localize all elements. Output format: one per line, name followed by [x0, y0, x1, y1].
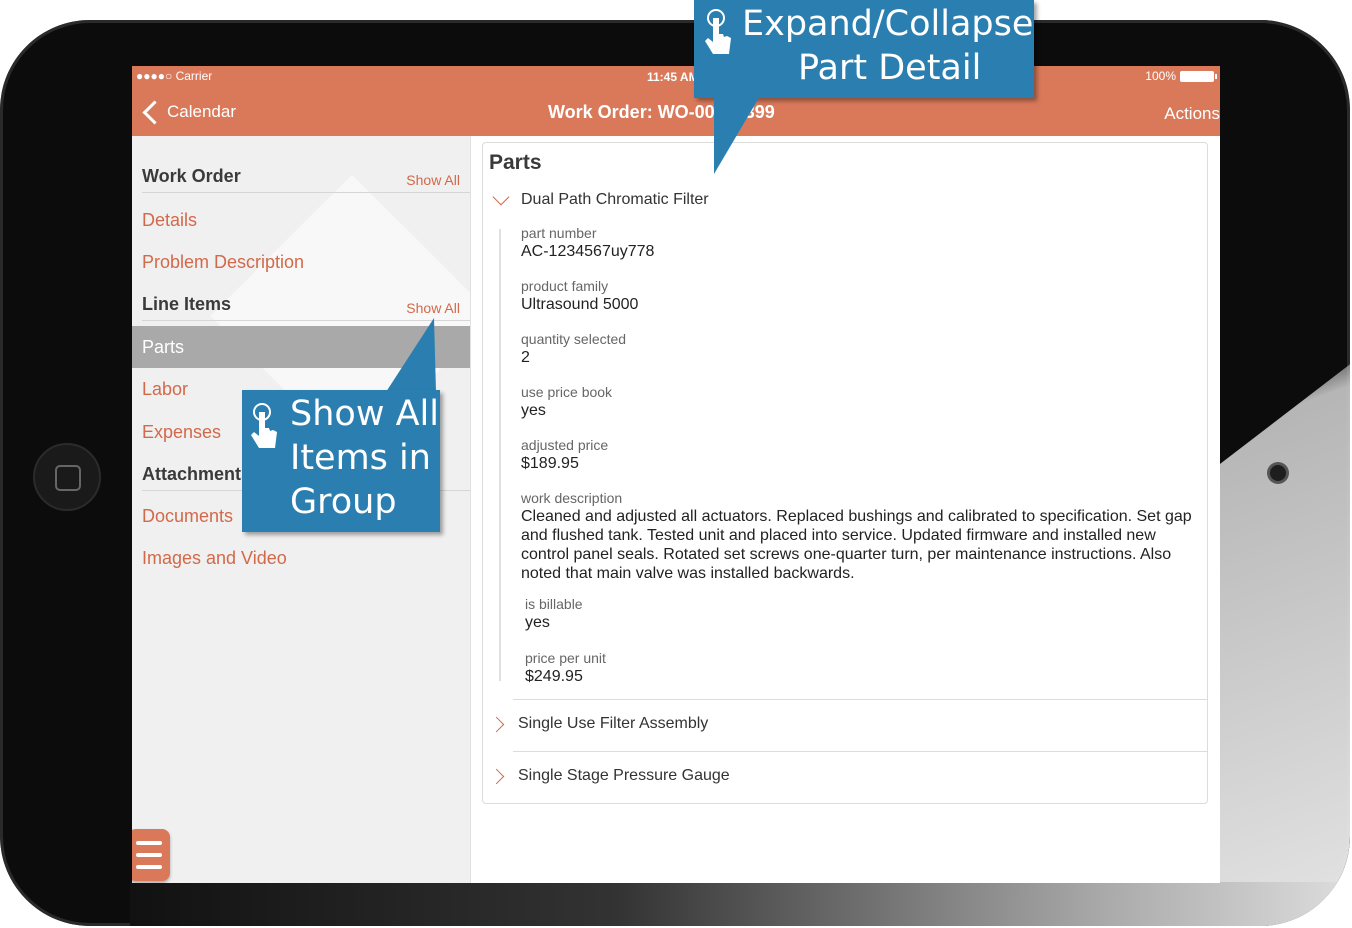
field-label: is billable: [525, 596, 583, 612]
menu-button[interactable]: [132, 829, 170, 881]
carrier-label: ●●●●○ Carrier: [136, 69, 213, 83]
status-bar: ●●●●○ Carrier 11:45 AM 100%: [132, 66, 1220, 86]
callout-show-all: Show All Items in Group: [242, 390, 440, 532]
field-quantity-selected: quantity selected 2: [521, 331, 1201, 367]
callout-text: Expand/Collapse: [742, 4, 1034, 44]
callout-pointer: [386, 318, 436, 392]
field-is-billable: is billable yes: [525, 596, 1205, 632]
section-title: Line Items: [142, 294, 232, 314]
callout-text: Group: [290, 482, 397, 522]
battery-icon: [1180, 70, 1217, 82]
chevron-right-icon: [488, 768, 505, 784]
field-value: $249.95: [525, 668, 583, 685]
field-value: 2: [521, 349, 530, 366]
field-work-description: work description Cleaned and adjusted al…: [521, 490, 1201, 583]
accordion-header-collapsed[interactable]: Single Use Filter Assembly: [488, 715, 709, 733]
sidebar-item-documents[interactable]: Documents: [142, 506, 233, 527]
back-button[interactable]: Calendar: [140, 99, 236, 125]
show-all-line-items-link[interactable]: Show All: [406, 300, 460, 316]
field-value: Ultrasound 5000: [521, 296, 639, 313]
divider: [513, 699, 1207, 700]
camera-icon: [1270, 465, 1286, 481]
field-label: price per unit: [525, 650, 606, 666]
field-value: yes: [521, 402, 546, 419]
callout-expand-collapse: Expand/Collapse Part Detail: [694, 0, 1034, 98]
field-label: product family: [521, 278, 609, 294]
field-label: quantity selected: [521, 331, 627, 347]
sidebar-item-problem-description[interactable]: Problem Description: [142, 252, 304, 273]
battery-percent: 100%: [1145, 69, 1176, 83]
field-adjusted-price: adjusted price $189.95: [521, 437, 1201, 473]
callout-text: Part Detail: [798, 48, 982, 88]
show-all-work-order-link[interactable]: Show All: [406, 172, 460, 188]
field-label: part number: [521, 225, 597, 241]
hamburger-icon-line: [136, 853, 162, 857]
divider: [513, 751, 1207, 752]
tap-hand-icon: [705, 9, 731, 54]
bezel-reflection: [130, 882, 1350, 926]
field-value: Cleaned and adjusted all actuators. Repl…: [521, 508, 1192, 582]
chevron-down-icon: [492, 188, 510, 206]
accordion-header-collapsed[interactable]: Single Stage Pressure Gauge: [488, 767, 730, 785]
part-name: Single Stage Pressure Gauge: [518, 767, 730, 784]
section-header-line-items: Line Items Show All: [142, 292, 470, 321]
hamburger-icon-line: [136, 865, 162, 869]
chevron-right-icon: [488, 716, 505, 732]
detail-rule: [499, 229, 501, 681]
field-part-number: part number AC-1234567uy778: [521, 225, 1201, 261]
panel-title: Parts: [489, 151, 542, 174]
field-value: yes: [525, 614, 550, 631]
chevron-left-icon: [142, 99, 167, 125]
sidebar-item-expenses[interactable]: Expenses: [142, 422, 221, 443]
section-header-work-order: Work Order Show All: [142, 164, 470, 193]
field-use-price-book: use price book yes: [521, 384, 1201, 420]
home-button[interactable]: [33, 443, 101, 511]
section-title: Work Order: [142, 166, 241, 186]
field-price-per-unit: price per unit $249.95: [525, 650, 1205, 686]
actions-button[interactable]: Actions: [1164, 104, 1220, 124]
callout-text: Items in: [290, 438, 431, 478]
sidebar-item-labor[interactable]: Labor: [142, 379, 188, 400]
clock: 11:45 AM: [647, 70, 699, 84]
nav-bar: Calendar Work Order: WO-00003399 Actions: [132, 86, 1220, 136]
field-label: adjusted price: [521, 437, 609, 453]
sidebar-item-label: Parts: [142, 337, 185, 357]
field-label: use price book: [521, 384, 613, 400]
tap-hand-icon: [251, 403, 277, 448]
field-product-family: product family Ultrasound 5000: [521, 278, 1201, 314]
sidebar-item-images-and-video[interactable]: Images and Video: [142, 548, 287, 569]
sidebar-item-details[interactable]: Details: [142, 210, 197, 231]
part-name: Single Use Filter Assembly: [518, 715, 709, 732]
part-name: Dual Path Chromatic Filter: [521, 191, 709, 208]
callout-pointer: [714, 96, 760, 174]
section-title: Attachments: [142, 464, 252, 484]
parts-panel: Parts Dual Path Chromatic Filter part nu…: [482, 142, 1208, 804]
field-value: AC-1234567uy778: [521, 243, 655, 260]
back-label: Calendar: [167, 102, 236, 121]
hamburger-icon: [136, 841, 162, 845]
field-label: work description: [521, 490, 623, 506]
callout-text: Show All: [290, 394, 439, 434]
accordion-header-expanded[interactable]: Dual Path Chromatic Filter: [489, 188, 709, 209]
field-value: $189.95: [521, 455, 579, 472]
battery-status: 100%: [1145, 69, 1217, 83]
